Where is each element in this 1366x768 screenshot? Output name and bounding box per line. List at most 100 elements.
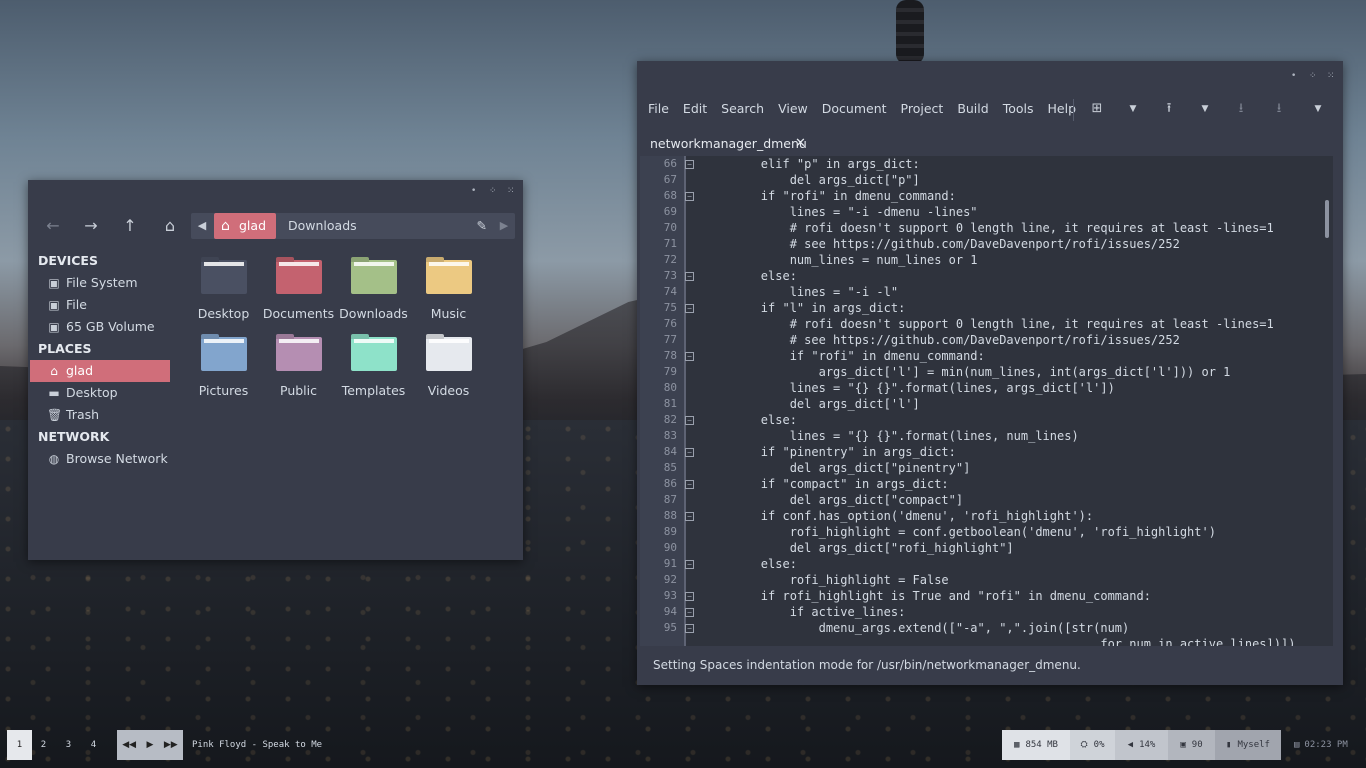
sidebar-item-volume[interactable]: ▣ 65 GB Volume: [28, 316, 173, 338]
minimize-icon[interactable]: •: [471, 187, 477, 196]
folder-icon: [200, 260, 247, 294]
sidebar-item-file-system[interactable]: ▣ File System: [28, 272, 173, 294]
new-dropdown-chevron-down-icon[interactable]: ▼: [1123, 99, 1143, 119]
code-line: 72 num_lines = num_lines or 1: [640, 252, 1320, 268]
menu-build[interactable]: Build: [950, 99, 995, 119]
signal-bars-icon: ▮: [1226, 740, 1232, 750]
fold-toggle-icon[interactable]: −: [685, 608, 694, 617]
toolbar-separator: [1073, 99, 1074, 121]
code-text: for num in active_lines])]): [703, 637, 1296, 646]
home-icon: ⌂: [50, 364, 58, 378]
menu-document[interactable]: Document: [815, 99, 894, 119]
menu-tools[interactable]: Tools: [996, 99, 1041, 119]
sidebar-item-trash[interactable]: 🗑 Trash: [28, 404, 173, 426]
back-arrow-icon[interactable]: ←: [40, 213, 66, 239]
code-text: lines = "-i -l": [703, 285, 899, 299]
folder-pictures[interactable]: Pictures: [186, 337, 261, 398]
forward-arrow-icon[interactable]: →: [78, 213, 104, 239]
toolbar: ← → ↑ ⌂ ◀ ⌂ glad Downloads ✎ ▶: [28, 213, 523, 239]
folder-desktop[interactable]: Desktop: [186, 260, 261, 321]
fold-toggle-icon[interactable]: −: [685, 560, 694, 569]
sidebar-item-desktop[interactable]: ▬ Desktop: [28, 382, 173, 404]
sidebar-item-browse-network[interactable]: ◍ Browse Network: [28, 448, 173, 470]
desktop-folder-icon: ▬: [48, 386, 60, 400]
code-text: lines = "-i -dmenu -lines": [703, 205, 978, 219]
fold-toggle-icon[interactable]: −: [685, 416, 694, 425]
volume-widget[interactable]: ◀ 14%: [1115, 730, 1168, 760]
fold-toggle-icon[interactable]: −: [685, 160, 694, 169]
close-icon[interactable]: ⁙: [507, 187, 515, 196]
menu-search[interactable]: Search: [714, 99, 771, 119]
titlebar[interactable]: • ⁘ ⁙: [28, 180, 523, 206]
code-text: del args_dict["compact"]: [703, 493, 964, 507]
fold-toggle-icon[interactable]: −: [685, 304, 694, 313]
more-chevron-down-icon[interactable]: ▼: [1308, 99, 1328, 119]
tab-networkmanager-dmenu[interactable]: networkmanager_dmenu: [650, 133, 807, 155]
menu-edit[interactable]: Edit: [676, 99, 714, 119]
previous-track-icon[interactable]: ◀◀: [122, 740, 136, 750]
media-controls: ◀◀ ▶ ▶▶: [117, 730, 183, 760]
open-dropdown-chevron-down-icon[interactable]: ▼: [1195, 99, 1215, 119]
line-number: 73: [663, 269, 677, 282]
fold-toggle-icon[interactable]: −: [685, 192, 694, 201]
workspace-2[interactable]: 2: [31, 730, 56, 760]
tab-close-icon[interactable]: ✕: [795, 133, 806, 155]
fold-toggle-icon[interactable]: −: [685, 592, 694, 601]
code-text: dmenu_args.extend(["-a", ",".join([str(n…: [703, 621, 1130, 635]
code-text: if active_lines:: [703, 605, 906, 619]
code-editor[interactable]: 66− elif "p" in args_dict: 67 del args_di…: [640, 156, 1333, 646]
menu-project[interactable]: Project: [894, 99, 951, 119]
up-arrow-icon[interactable]: ↑: [117, 213, 143, 239]
code-line: 87 del args_dict["compact"]: [640, 492, 1320, 508]
workspace-3[interactable]: 3: [56, 730, 81, 760]
save-download-icon[interactable]: ⭳: [1231, 99, 1251, 119]
path-crumb-home[interactable]: ⌂ glad: [214, 213, 276, 239]
menu-help[interactable]: Help: [1041, 99, 1084, 119]
fold-toggle-icon[interactable]: −: [685, 448, 694, 457]
folder-public[interactable]: Public: [261, 337, 336, 398]
menu-bar: File Edit Search View Document Project B…: [637, 99, 1083, 119]
save-all-icon[interactable]: ⭳: [1269, 99, 1289, 119]
code-text: if "pinentry" in args_dict:: [703, 445, 956, 459]
home-icon[interactable]: ⌂: [157, 213, 183, 239]
workspace-4[interactable]: 4: [81, 730, 106, 760]
folder-music[interactable]: Music: [411, 260, 486, 321]
sidebar-item-glad[interactable]: ⌂ glad: [30, 360, 170, 382]
minimize-icon[interactable]: •: [1291, 72, 1297, 81]
fold-toggle-icon[interactable]: −: [685, 352, 694, 361]
open-upload-icon[interactable]: ⭱: [1159, 99, 1179, 119]
fold-toggle-icon[interactable]: −: [685, 624, 694, 633]
maximize-icon[interactable]: ⁘: [1309, 72, 1317, 81]
code-line: for num in active_lines])]): [640, 636, 1320, 646]
folder-videos[interactable]: Videos: [411, 337, 486, 398]
folder-documents[interactable]: Documents: [261, 260, 336, 321]
path-left-arrow-icon[interactable]: ◀: [191, 213, 213, 239]
path-right-arrow-icon[interactable]: ▶: [493, 213, 515, 239]
code-line: 66− elif "p" in args_dict:: [640, 156, 1320, 172]
scrollbar-thumb[interactable]: [1325, 200, 1329, 238]
status-message: Setting Spaces indentation mode for /usr…: [653, 658, 1081, 672]
user-widget[interactable]: ▮ Myself: [1215, 730, 1281, 760]
code-text: del args_dict['l']: [703, 397, 920, 411]
sidebar-item-file[interactable]: ▣ File: [28, 294, 173, 316]
code-line: 79 args_dict['l'] = min(num_lines, int(a…: [640, 364, 1320, 380]
code-line: 78− if "rofi" in dmenu_command:: [640, 348, 1320, 364]
edit-path-pencil-icon[interactable]: ✎: [477, 213, 487, 239]
fold-toggle-icon[interactable]: −: [685, 512, 694, 521]
fold-toggle-icon[interactable]: −: [685, 480, 694, 489]
code-line: 75− if "l" in args_dict:: [640, 300, 1320, 316]
path-crumb-downloads[interactable]: Downloads: [288, 213, 357, 239]
folder-templates[interactable]: Templates: [336, 337, 411, 398]
close-icon[interactable]: ⁙: [1327, 72, 1335, 81]
new-file-icon[interactable]: ⊞: [1087, 99, 1107, 119]
fold-toggle-icon[interactable]: −: [685, 272, 694, 281]
code-text: del args_dict["pinentry"]: [703, 461, 971, 475]
next-track-icon[interactable]: ▶▶: [164, 740, 178, 750]
play-icon[interactable]: ▶: [147, 740, 154, 750]
menu-file[interactable]: File: [637, 99, 676, 119]
menu-view[interactable]: View: [771, 99, 815, 119]
folder-downloads[interactable]: Downloads: [336, 260, 411, 321]
scrollbar[interactable]: [1321, 156, 1333, 646]
maximize-icon[interactable]: ⁘: [489, 187, 497, 196]
workspace-1[interactable]: 1: [7, 730, 32, 760]
